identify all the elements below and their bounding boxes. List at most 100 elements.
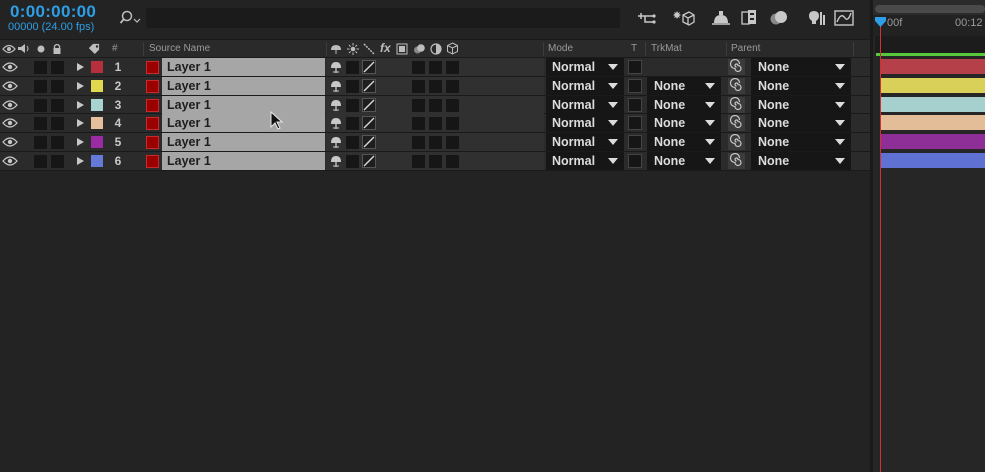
blend-mode-dropdown[interactable]: Normal: [546, 76, 624, 95]
layer-name[interactable]: Layer 1: [162, 151, 325, 170]
layer-row[interactable]: 5 Layer 1 Normal None None: [0, 133, 870, 152]
label-color-swatch[interactable]: [91, 117, 103, 130]
solo-switch[interactable]: [34, 79, 47, 93]
layer-name[interactable]: Layer 1: [162, 58, 325, 76]
trkmat-column-header[interactable]: TrkMat: [651, 43, 682, 54]
parent-pick-whip-icon[interactable]: [728, 77, 745, 94]
collapse-switch[interactable]: [346, 117, 359, 131]
layer-name[interactable]: Layer 1: [162, 114, 325, 133]
track-matte-dropdown[interactable]: None: [647, 133, 721, 152]
layer-duration-bar[interactable]: [881, 59, 985, 74]
track-matte-dropdown[interactable]: None: [647, 76, 721, 95]
collapse-switch[interactable]: [346, 154, 359, 168]
time-navigator-bar[interactable]: [875, 5, 985, 13]
lock-switch[interactable]: [51, 61, 64, 74]
parent-pick-whip-icon[interactable]: [728, 58, 745, 75]
shy-switch-icon[interactable]: [329, 79, 343, 93]
layer-row[interactable]: 1 Layer 1 Normal None: [0, 58, 870, 77]
motion-blur-header-icon[interactable]: [413, 43, 426, 55]
effects-fx-header-icon[interactable]: fx: [380, 41, 391, 55]
motion-blur-switch[interactable]: [429, 154, 442, 168]
quality-header-icon[interactable]: [363, 43, 375, 55]
lock-switch[interactable]: [51, 79, 64, 93]
layer-duration-bar[interactable]: [881, 96, 985, 112]
layer-row[interactable]: 2 Layer 1 Normal None None: [0, 76, 870, 96]
video-switch-header-icon[interactable]: [2, 44, 16, 54]
collapse-switch[interactable]: [346, 98, 359, 112]
frame-blend-switch[interactable]: [412, 154, 425, 168]
shy-switch-icon[interactable]: [329, 60, 343, 74]
3d-layer-header-icon[interactable]: [446, 42, 459, 55]
preserve-transparency-checkbox[interactable]: [628, 78, 642, 93]
mode-column-header[interactable]: Mode: [548, 43, 573, 54]
expand-triangle-icon[interactable]: [77, 138, 84, 147]
quality-switch[interactable]: [362, 135, 376, 150]
parent-dropdown[interactable]: None: [751, 151, 851, 170]
expand-triangle-icon[interactable]: [77, 81, 84, 90]
audio-header-icon[interactable]: [17, 43, 30, 54]
preserve-transparency-checkbox[interactable]: [628, 153, 642, 168]
preserve-transparency-checkbox[interactable]: [628, 97, 642, 112]
solo-switch[interactable]: [34, 61, 47, 74]
video-visibility-eye-icon[interactable]: [2, 117, 18, 129]
frame-blend-switch[interactable]: [412, 79, 425, 93]
solo-switch[interactable]: [34, 136, 47, 150]
track-matte-dropdown[interactable]: None: [647, 95, 721, 114]
parent-pick-whip-icon[interactable]: [728, 115, 745, 132]
blend-mode-dropdown[interactable]: Normal: [546, 114, 624, 133]
label-color-swatch[interactable]: [91, 61, 103, 73]
lock-switch[interactable]: [51, 154, 64, 168]
parent-dropdown[interactable]: None: [751, 58, 851, 76]
video-visibility-eye-icon[interactable]: [2, 61, 18, 73]
timeline-panel[interactable]: 00f 00:12: [873, 0, 985, 472]
track-matte-dropdown[interactable]: None: [647, 151, 721, 170]
parent-column-header[interactable]: Parent: [731, 43, 760, 54]
layer-search-input[interactable]: [146, 8, 620, 28]
collapse-switch[interactable]: [346, 79, 359, 93]
parent-pick-whip-icon[interactable]: [728, 152, 745, 169]
playhead-handle[interactable]: [875, 17, 886, 27]
frame-blend-switch[interactable]: [412, 117, 425, 131]
motion-blur-switch[interactable]: [429, 117, 442, 131]
label-tag-header-icon[interactable]: [88, 43, 102, 55]
frame-blend-switch[interactable]: [412, 136, 425, 150]
blend-mode-dropdown[interactable]: Normal: [546, 151, 624, 170]
collapse-switch[interactable]: [346, 136, 359, 150]
shy-header-icon[interactable]: [330, 43, 342, 55]
label-color-swatch[interactable]: [91, 98, 103, 111]
layer-duration-bar[interactable]: [881, 134, 985, 150]
quality-switch[interactable]: [362, 97, 376, 112]
video-visibility-eye-icon[interactable]: [2, 99, 18, 111]
layer-duration-bar[interactable]: [881, 153, 985, 168]
work-area-bar[interactable]: [875, 36, 985, 54]
motion-blur-switch[interactable]: [429, 136, 442, 150]
layer-duration-bar[interactable]: [881, 115, 985, 131]
expand-triangle-icon[interactable]: [77, 156, 84, 165]
collapse-transform-header-icon[interactable]: [347, 43, 359, 55]
track-matte-dropdown[interactable]: None: [647, 114, 721, 133]
motion-blur-switch[interactable]: [429, 98, 442, 112]
shy-switch-icon[interactable]: [329, 98, 343, 112]
label-color-swatch[interactable]: [91, 136, 103, 149]
parent-dropdown[interactable]: None: [751, 133, 851, 152]
solo-switch[interactable]: [34, 154, 47, 168]
lock-switch[interactable]: [51, 136, 64, 150]
3d-layer-switch[interactable]: [446, 98, 459, 112]
quality-switch[interactable]: [362, 116, 376, 131]
3d-layer-switch[interactable]: [446, 136, 459, 150]
lock-switch[interactable]: [51, 98, 64, 112]
layer-name[interactable]: Layer 1: [162, 76, 325, 95]
composition-flowchart-icon[interactable]: [636, 8, 658, 28]
quality-switch[interactable]: [362, 78, 376, 93]
parent-pick-whip-icon[interactable]: [728, 134, 745, 151]
blend-mode-dropdown[interactable]: Normal: [546, 58, 624, 76]
label-color-swatch[interactable]: [91, 154, 103, 167]
solo-switch[interactable]: [34, 98, 47, 112]
parent-pick-whip-icon[interactable]: [728, 96, 745, 113]
layer-row[interactable]: 3 Layer 1 Normal None None: [0, 95, 870, 115]
solo-switch[interactable]: [34, 117, 47, 131]
lock-header-icon[interactable]: [52, 43, 62, 55]
blend-mode-dropdown[interactable]: Normal: [546, 133, 624, 152]
search-icon[interactable]: [120, 9, 142, 27]
frame-blending-icon[interactable]: [739, 8, 761, 28]
